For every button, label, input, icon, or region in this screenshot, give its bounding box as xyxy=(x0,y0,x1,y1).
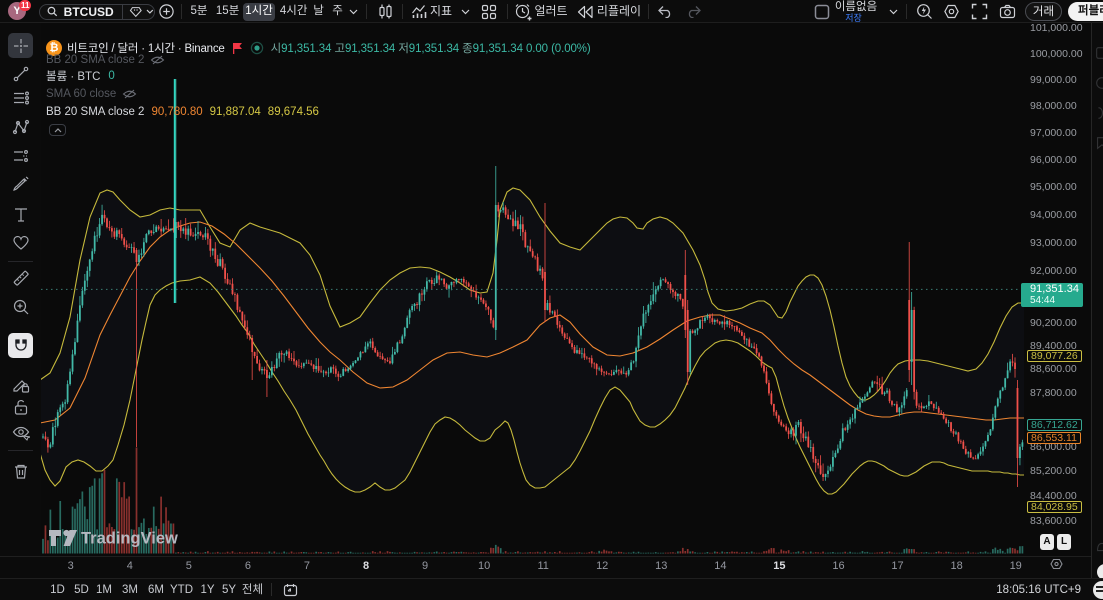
svg-text:TradingView: TradingView xyxy=(81,530,178,548)
